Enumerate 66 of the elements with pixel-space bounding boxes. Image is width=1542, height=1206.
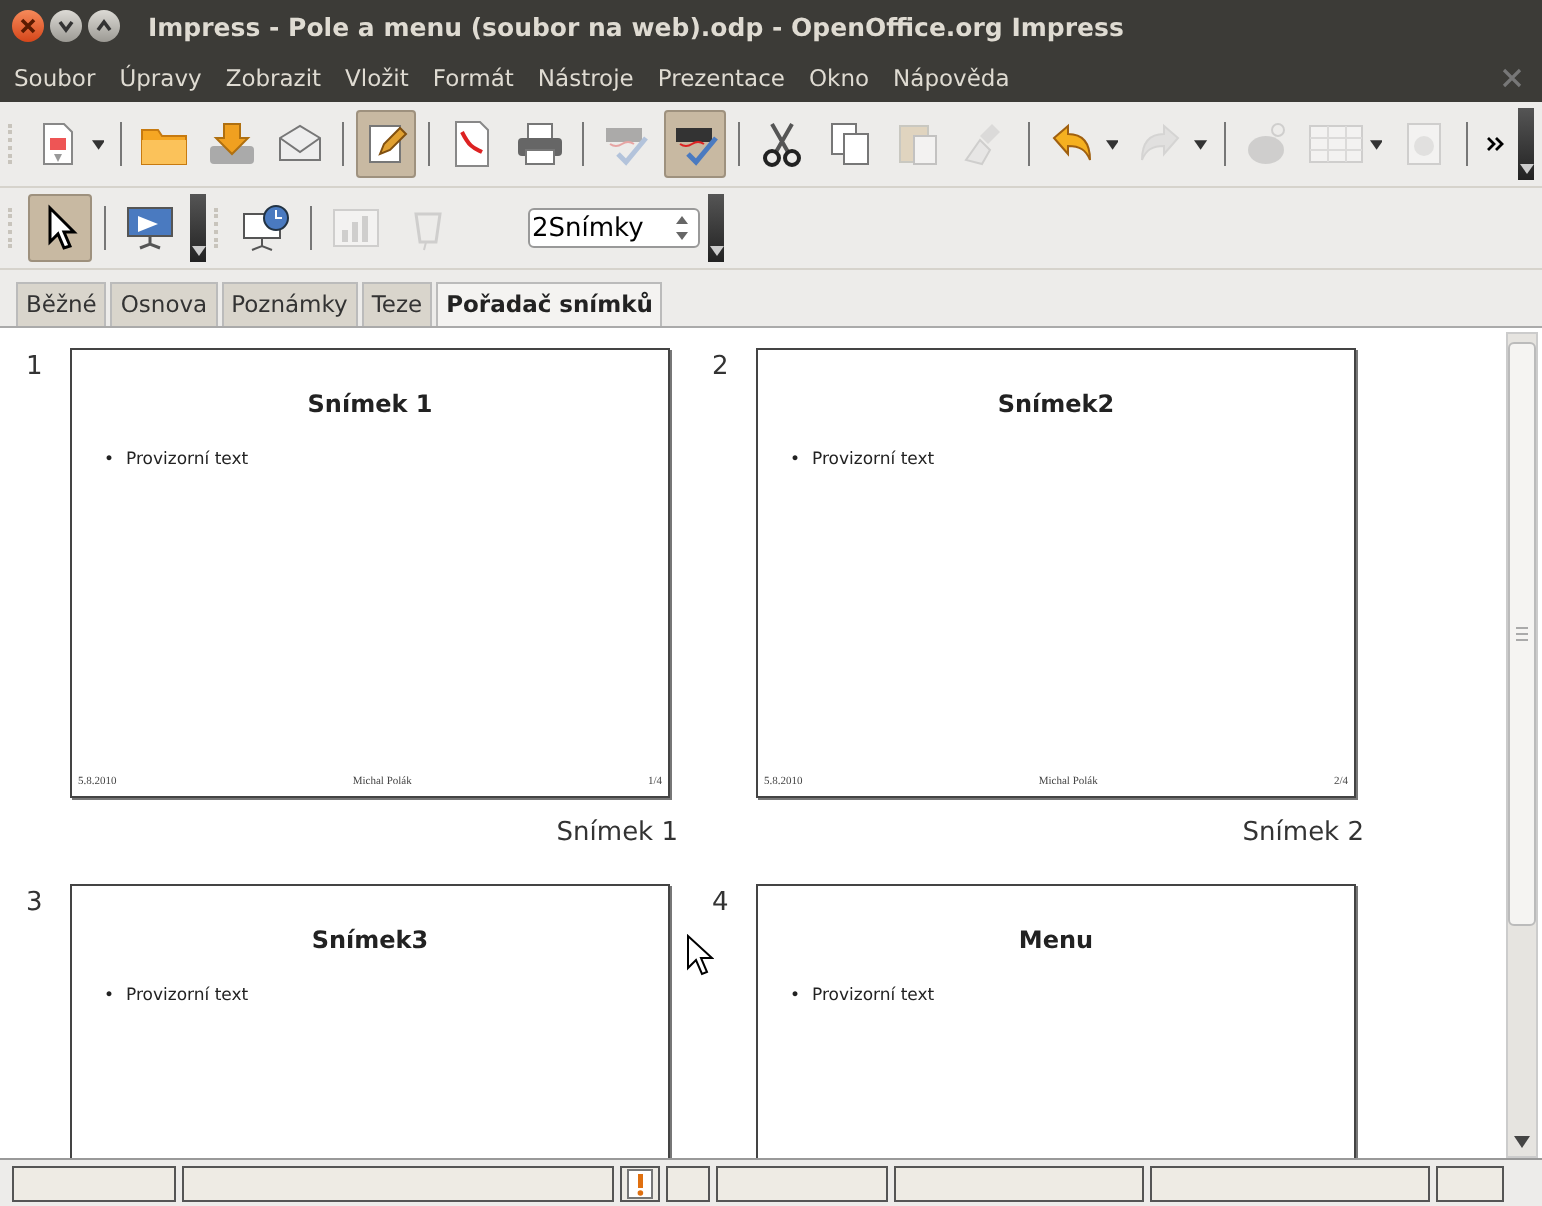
view-tab[interactable]: Poznámky [221,282,358,326]
table-icon [1307,122,1364,166]
slide-number: 1 [26,350,45,386]
bullet-text: Provizorní text [126,450,249,470]
menu-item[interactable]: Formát [432,63,514,91]
bar-chart-icon [332,206,380,250]
printer-icon [514,120,567,168]
toolbar-handle[interactable] [708,194,724,262]
menu-item[interactable]: Zobrazit [225,63,322,91]
slide-title: Snímek2 [997,390,1115,418]
chevron-up-icon [94,16,114,36]
slide-number: 4 [712,886,731,922]
slide-number: 3 [26,886,45,922]
mouse-pointer-icon [686,934,714,978]
vertical-scrollbar[interactable] [1506,332,1538,1158]
spin-arrows-icon[interactable] [672,212,692,244]
dropdown-arrow-icon[interactable] [91,139,105,149]
close-window-button[interactable] [12,10,44,42]
grip-icon [1516,626,1528,642]
toolbar-handle[interactable] [190,194,206,262]
view-tab[interactable]: Osnova [110,282,218,326]
bullet-text: Provizorní text [812,986,935,1006]
copy-icon [825,120,874,168]
scroll-down-icon[interactable] [1514,1136,1530,1148]
slide-title: Menu [1018,926,1094,954]
bullet-marker: • [790,986,801,1006]
document-modified-icon[interactable] [620,1166,660,1202]
maximize-button[interactable] [88,10,120,42]
slide-number: 2 [712,350,731,386]
screen-clock-icon [240,204,292,252]
download-icon [206,120,259,168]
dropdown-arrow-icon[interactable] [1105,139,1119,149]
menu-item[interactable]: Okno [809,63,870,91]
minimize-button[interactable] [50,10,82,42]
bullet-text: Provizorní text [126,986,249,1006]
toolbar-button[interactable] [28,194,92,262]
menu-item[interactable]: Soubor [14,63,96,91]
bullet-marker: • [790,450,801,470]
menu-item[interactable]: Nápověda [893,63,1010,91]
toolbar-handle[interactable] [1518,108,1534,180]
menu-item[interactable]: Prezentace [657,63,785,91]
slide-caption: Snímek 2 [1242,818,1364,848]
close-document-icon[interactable] [1502,67,1522,87]
scrollbar-thumb[interactable] [1508,342,1536,926]
menu-item[interactable]: Úpravy [119,63,202,91]
view-tab[interactable]: Pořadač snímků [436,282,663,326]
clipboard-icon [893,120,942,168]
menu-item[interactable]: Vložit [345,63,409,91]
menu-item[interactable]: Nástroje [537,63,634,91]
bullet-marker: • [104,986,115,1006]
view-tab[interactable]: Teze [361,282,433,326]
chevron-down-icon [56,16,76,36]
scissors-icon [757,120,806,168]
window-title: Impress - Pole a menu (soubor na web).odp - OpenOffice.org Impress [148,11,1124,41]
projector-screen-icon [124,204,176,252]
double-chevron-icon [1485,136,1506,152]
slides-per-row-spinbox[interactable]: 2Snímky [528,208,700,248]
slide-title: Snímek3 [311,926,429,954]
pdf-icon [450,120,495,168]
bullet-marker: • [104,450,115,470]
view-tab[interactable]: Běžné [16,282,107,326]
close-icon [18,16,38,36]
bullet-text: Provizorní text [812,450,935,470]
toolbar-button[interactable] [664,110,726,178]
slide-title: Snímek 1 [307,390,433,418]
slide-caption: Snímek 1 [556,818,678,848]
